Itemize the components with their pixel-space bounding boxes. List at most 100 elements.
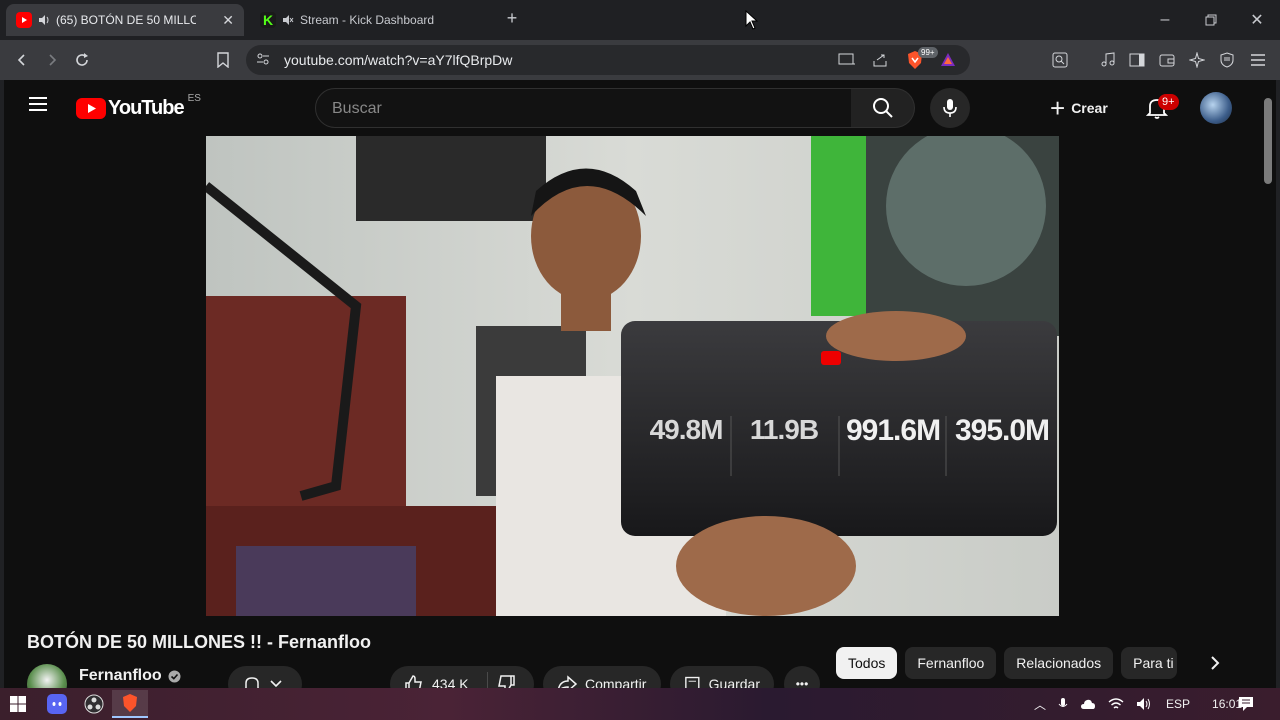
youtube-logo-text: YouTube [108,97,185,119]
chip-fernanfloo[interactable]: Fernanfloo [905,647,997,679]
start-button[interactable] [0,690,36,718]
create-label: Crear [1071,100,1108,116]
obs-app[interactable] [76,690,112,718]
sidebar-icon[interactable] [1125,48,1149,72]
tab-strip: (65) BOTÓN DE 50 MILLONES ✕ K Stream - K… [0,0,1280,40]
wallet-icon[interactable] [1155,48,1179,72]
youtube-page: YouTube ES Buscar + Crear 9+ 49.8M 11.9B… [4,80,1276,688]
reload-button[interactable] [70,48,94,72]
tab-title: (65) BOTÓN DE 50 MILLONES [56,13,196,27]
channel-name: Fernanfloo [79,667,162,684]
avatar[interactable] [1200,92,1232,124]
plaque-stat: 991.6M [846,414,941,447]
address-bar[interactable]: youtube.com/watch?v=aY7lfQBrpDw 99+ [246,45,970,75]
minimize-button[interactable]: – [1142,0,1188,40]
tab-kick[interactable]: K Stream - Kick Dashboard [250,4,490,36]
video-player[interactable]: 49.8M 11.9B 991.6M 395.0M [206,136,1059,616]
cloud-icon[interactable] [1080,698,1096,710]
muted-speaker-icon[interactable] [282,14,294,26]
youtube-logo[interactable]: YouTube ES [76,93,201,120]
music-icon[interactable] [1096,48,1120,72]
forward-button[interactable] [40,48,64,72]
youtube-play-icon [76,98,106,119]
like-button[interactable]: 434 K [390,666,534,688]
brave-rewards-icon[interactable] [940,52,956,73]
search-placeholder: Buscar [332,100,382,117]
search-input[interactable]: Buscar [315,88,853,128]
microphone-icon[interactable] [1058,697,1068,711]
notifications-badge: 9+ [1158,94,1179,110]
mouse-cursor-icon [745,10,759,30]
video-title: BOTÓN DE 50 MILLONES !! - Fernanfloo [27,632,372,652]
back-button[interactable] [10,48,34,72]
windows-icon [10,696,26,712]
thumbs-up-icon [405,675,422,688]
chip-relacionados[interactable]: Relacionados [1004,647,1114,679]
windows-taskbar: ︿ ESP 16:01 [0,688,1280,720]
guide-menu-icon[interactable] [28,96,48,117]
chip-para-ti[interactable]: Para ti [1121,647,1178,679]
plaque-stat: 11.9B [749,414,819,445]
new-tab-button[interactable]: + [502,8,522,32]
share-page-icon[interactable] [872,52,888,73]
url-text: youtube.com/watch?v=aY7lfQBrpDw [284,52,513,68]
system-tray: ︿ ESP 16:01 [1034,688,1242,720]
share-icon [557,675,577,688]
kick-icon: K [260,12,276,28]
related-chips: Todos Fernanfloo Relacionados Para ti [836,647,1178,679]
more-actions-button[interactable]: ••• [784,666,820,688]
close-tab-icon[interactable]: ✕ [222,12,234,29]
chip-todos[interactable]: Todos [836,647,898,679]
save-icon [685,676,700,688]
menu-icon[interactable] [1246,48,1270,72]
plus-icon: + [1050,93,1066,123]
region-code: ES [187,93,201,104]
tab-title: Stream - Kick Dashboard [300,13,435,27]
language-indicator[interactable]: ESP [1166,697,1190,711]
subscribed-button[interactable] [228,666,302,688]
discord-icon [47,694,67,714]
bookmark-icon[interactable] [211,48,235,72]
discord-app[interactable] [39,690,75,718]
save-label: Guardar [708,676,760,688]
brave-app[interactable] [112,690,148,718]
chevron-down-icon [270,680,282,688]
close-window-button[interactable]: ✕ [1234,0,1280,40]
divider [486,672,488,688]
chevron-right-icon [1211,656,1220,670]
save-button[interactable]: Guardar [670,666,774,688]
reader-mode-icon[interactable] [1048,48,1072,72]
shields-badge: 99+ [918,47,938,58]
volume-icon[interactable] [1136,697,1154,711]
restore-button[interactable] [1188,0,1234,40]
share-label: Compartir [585,676,647,688]
channel-name-row[interactable]: Fernanfloo [79,667,181,685]
show-hidden-icons-icon[interactable]: ︿ [1034,696,1046,713]
leo-ai-icon[interactable] [1185,48,1209,72]
share-button[interactable]: Compartir [543,666,661,688]
create-button[interactable]: + Crear [1044,88,1114,128]
vpn-icon[interactable] [1215,48,1239,72]
thumbs-down-icon[interactable] [496,674,516,688]
cast-icon[interactable] [838,52,856,73]
youtube-icon [16,12,32,28]
plaque-stat: 395.0M [954,414,1050,447]
channel-avatar[interactable] [27,664,67,688]
youtube-header: YouTube ES Buscar + Crear 9+ [4,80,1260,136]
scrollbar-thumb[interactable] [1264,98,1272,184]
page-scrollbar[interactable] [1260,80,1276,688]
notification-center-icon[interactable] [1238,696,1254,717]
speaker-icon[interactable] [38,14,50,26]
site-settings-icon[interactable] [256,52,270,71]
obs-icon [84,694,104,714]
like-count: 434 K [432,676,469,688]
voice-search-button[interactable] [930,88,970,128]
wifi-icon[interactable] [1108,697,1124,711]
tab-youtube[interactable]: (65) BOTÓN DE 50 MILLONES ✕ [6,4,244,36]
brave-icon [123,694,137,712]
chips-next-button[interactable] [1200,648,1230,678]
search-icon [872,98,893,118]
verified-badge-icon [168,670,181,682]
search-button[interactable] [851,88,915,128]
video-frame [206,136,1059,616]
